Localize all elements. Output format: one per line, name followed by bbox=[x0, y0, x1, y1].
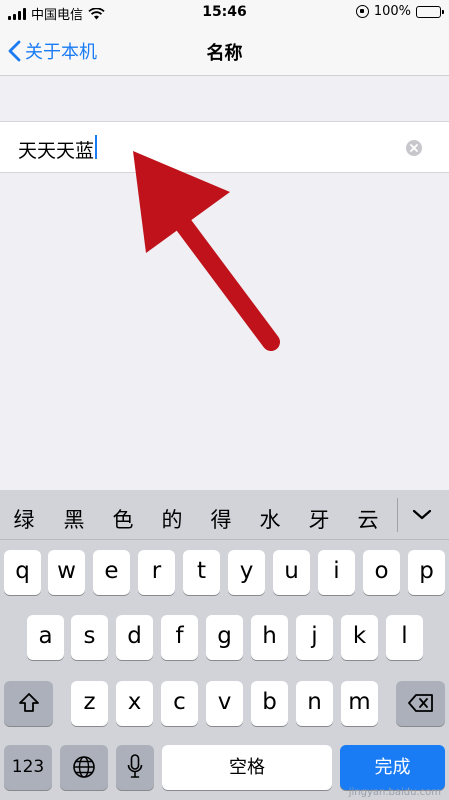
key-m[interactable]: m bbox=[341, 681, 378, 726]
done-key[interactable]: 完成 bbox=[340, 745, 445, 790]
key-z[interactable]: z bbox=[71, 681, 108, 726]
key-k[interactable]: k bbox=[341, 615, 378, 660]
candidate-word[interactable]: 黑 bbox=[54, 504, 94, 534]
globe-key[interactable] bbox=[60, 745, 108, 790]
expand-candidates-button[interactable] bbox=[407, 505, 437, 525]
key-r[interactable]: r bbox=[138, 550, 175, 595]
key-b[interactable]: b bbox=[251, 681, 288, 726]
key-t[interactable]: t bbox=[183, 550, 220, 595]
key-g[interactable]: g bbox=[206, 615, 243, 660]
candidate-divider bbox=[397, 498, 398, 532]
candidate-word[interactable]: 水 bbox=[250, 504, 290, 534]
globe-icon bbox=[73, 756, 95, 778]
candidate-word[interactable]: 的 bbox=[152, 504, 192, 534]
carrier-label: 中国电信 bbox=[31, 8, 84, 23]
rotation-lock-icon bbox=[355, 5, 369, 18]
status-left: 中国电信 bbox=[8, 4, 105, 23]
key-s[interactable]: s bbox=[71, 615, 108, 660]
microphone-icon bbox=[127, 754, 143, 778]
delete-key[interactable] bbox=[396, 681, 445, 726]
clear-text-button[interactable] bbox=[406, 140, 422, 156]
candidate-word[interactable]: 色 bbox=[103, 504, 143, 534]
key-h[interactable]: h bbox=[251, 615, 288, 660]
back-button-label: 关于本机 bbox=[25, 42, 97, 63]
name-field[interactable]: 天天天蓝 bbox=[0, 121, 449, 173]
key-f[interactable]: f bbox=[161, 615, 198, 660]
key-n[interactable]: n bbox=[296, 681, 333, 726]
keyboard: 绿 黑 色 的 得 水 牙 云 q w e r t y u i o p a s … bbox=[0, 490, 449, 800]
chevron-down-icon bbox=[412, 509, 432, 520]
back-button[interactable]: 关于本机 bbox=[8, 38, 97, 64]
shift-key[interactable] bbox=[4, 681, 53, 726]
nav-bar: 关于本机 名称 bbox=[0, 26, 449, 76]
key-d[interactable]: d bbox=[116, 615, 153, 660]
key-w[interactable]: w bbox=[48, 550, 85, 595]
dictation-key[interactable] bbox=[116, 745, 154, 790]
key-l[interactable]: l bbox=[386, 615, 423, 660]
backspace-icon bbox=[407, 694, 433, 712]
candidate-word[interactable]: 云 bbox=[348, 504, 388, 534]
wifi-icon bbox=[88, 7, 105, 20]
candidate-word[interactable]: 得 bbox=[201, 504, 241, 534]
clear-icon bbox=[410, 144, 418, 152]
key-a[interactable]: a bbox=[27, 615, 64, 660]
text-cursor bbox=[95, 135, 97, 159]
signal-icon bbox=[8, 7, 26, 20]
key-v[interactable]: v bbox=[206, 681, 243, 726]
key-q[interactable]: q bbox=[4, 550, 41, 595]
status-right: 100% bbox=[355, 4, 444, 19]
candidate-word[interactable]: 牙 bbox=[299, 504, 339, 534]
key-p[interactable]: p bbox=[408, 550, 445, 595]
key-y[interactable]: y bbox=[228, 550, 265, 595]
candidate-bar: 绿 黑 色 的 得 水 牙 云 bbox=[0, 490, 449, 540]
battery-icon bbox=[416, 5, 444, 18]
watermark-text: jingyan.baidu.com bbox=[348, 787, 441, 798]
battery-percent: 100% bbox=[373, 4, 411, 19]
shift-icon bbox=[18, 693, 39, 712]
key-o[interactable]: o bbox=[363, 550, 400, 595]
key-e[interactable]: e bbox=[93, 550, 130, 595]
key-j[interactable]: j bbox=[296, 615, 333, 660]
key-x[interactable]: x bbox=[116, 681, 153, 726]
key-u[interactable]: u bbox=[273, 550, 310, 595]
candidate-word[interactable]: 绿 bbox=[4, 504, 44, 534]
key-c[interactable]: c bbox=[161, 681, 198, 726]
key-i[interactable]: i bbox=[318, 550, 355, 595]
status-bar: 中国电信 15:46 100% bbox=[0, 0, 449, 26]
space-key[interactable]: 空格 bbox=[162, 745, 332, 790]
numbers-key[interactable]: 123 bbox=[4, 745, 52, 790]
name-input-value[interactable]: 天天天蓝 bbox=[18, 136, 94, 163]
chevron-left-icon bbox=[8, 40, 21, 62]
